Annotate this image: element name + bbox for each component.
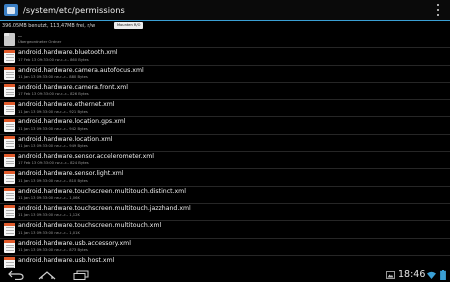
file-list-item[interactable]: android.hardware.ethernet.xml 11 Jan 13 0…	[0, 100, 450, 118]
xml-file-icon	[4, 84, 15, 98]
file-list-item[interactable]: android.hardware.location.xml 11 Jan 13 0…	[0, 135, 450, 153]
file-meta: 11 Jan 13 09:33:00 rw-r--r-- 1,01K	[18, 230, 80, 235]
file-meta: 11 Jan 13 09:33:00 rw-r--r-- 810 Bytes	[18, 178, 88, 183]
file-name: android.hardware.location.gps.xml	[18, 118, 126, 126]
home-icon[interactable]	[38, 270, 56, 280]
file-name: android.hardware.sensor.light.xml	[18, 170, 124, 178]
file-name: android.hardware.sensor.accelerometer.xm…	[18, 153, 154, 161]
action-bar: /system/etc/permissions	[0, 0, 450, 20]
file-name: ..	[18, 32, 22, 39]
file-meta: 17 Feb 13 09:33:00 rw-r--r-- 826 Bytes	[18, 92, 89, 97]
overflow-menu-icon[interactable]	[437, 4, 440, 16]
status-clock: 18:46	[398, 269, 426, 280]
xml-file-icon	[4, 136, 15, 150]
file-meta: Übergeordneter Ordner	[18, 40, 62, 45]
screenshot-icon	[386, 271, 395, 279]
file-meta: 11 Jan 13 09:33:00 rw-r--r-- 873 Bytes	[18, 247, 88, 252]
file-name: android.hardware.ethernet.xml	[18, 101, 115, 109]
current-path-title: /system/etc/permissions	[23, 5, 125, 15]
file-meta: 11 Jan 13 09:33:00 rw-r--r-- 921 Bytes	[18, 109, 88, 114]
file-meta: 11 Jan 13 09:33:00 rw-r--r-- 1,06K	[18, 196, 80, 201]
file-name: android.hardware.camera.autofocus.xml	[18, 66, 144, 74]
file-meta: 17 Feb 13 09:33:00 rw-r--r-- 824 Bytes	[18, 161, 89, 166]
xml-file-icon	[4, 153, 15, 167]
file-meta: 11 Jan 13 09:33:00 rw-r--r-- 1,12K	[18, 213, 80, 218]
file-list-item[interactable]: android.hardware.touchscreen.multitouch.…	[0, 187, 450, 204]
file-list-item[interactable]: android.hardware.camera.front.xml 17 Feb …	[0, 83, 450, 101]
xml-file-icon	[4, 67, 15, 81]
file-list-item[interactable]: android.hardware.sensor.accelerometer.xm…	[0, 152, 450, 170]
file-meta: 11 Jan 13 09:33:00 rw-r--r-- 949 Bytes	[18, 144, 88, 149]
file-list-item[interactable]: android.hardware.bluetooth.xml 17 Feb 13 …	[0, 48, 450, 66]
file-list-item[interactable]: android.hardware.touchscreen.multitouch.…	[0, 204, 450, 222]
file-list-item[interactable]: android.hardware.location.gps.xml 11 Jan …	[0, 117, 450, 135]
xml-file-icon	[4, 170, 15, 184]
file-name: android.hardware.usb.host.xml	[18, 256, 115, 264]
file-meta: 11 Jan 13 09:33:00 rw-r--r-- 942 Bytes	[18, 126, 88, 131]
file-name: android.hardware.bluetooth.xml	[18, 49, 118, 57]
xml-file-icon	[4, 257, 15, 268]
xml-file-icon	[4, 188, 15, 202]
file-list: .. Übergeordneter Ordner android.hardware.…	[0, 31, 450, 268]
file-name: android.hardware.camera.front.xml	[18, 83, 128, 91]
file-name: android.hardware.location.xml	[18, 135, 113, 143]
xml-file-icon	[4, 118, 15, 132]
xml-file-icon	[4, 240, 15, 254]
wifi-icon	[427, 271, 436, 279]
file-manager-icon[interactable]	[4, 3, 18, 17]
xml-file-icon	[4, 101, 15, 115]
file-list-item[interactable]: android.hardware.sensor.light.xml 11 Jan …	[0, 169, 450, 187]
file-name: android.hardware.touchscreen.multitouch.…	[18, 187, 186, 195]
file-list-item[interactable]: .. Übergeordneter Ordner	[0, 31, 450, 49]
file-meta: 17 Feb 13 09:33:00 rw-r--r-- 860 Bytes	[18, 57, 89, 62]
xml-file-icon	[4, 222, 15, 236]
storage-info-bar: 396.05MB benutzt, 113,47MB frei, r/w Mou…	[0, 21, 450, 31]
file-list-item[interactable]: android.hardware.usb.accessory.xml 11 Jan…	[0, 239, 450, 256]
file-name: android.hardware.touchscreen.multitouch.…	[18, 204, 191, 212]
xml-file-icon	[4, 205, 15, 219]
storage-usage-text: 396.05MB benutzt, 113,47MB frei, r/w	[2, 23, 96, 29]
xml-file-icon	[4, 49, 15, 63]
system-navigation-bar: 18:46	[0, 268, 450, 282]
file-list-item[interactable]: android.hardware.touchscreen.multitouch.…	[0, 221, 450, 239]
file-name: android.hardware.touchscreen.multitouch.…	[18, 222, 162, 230]
back-icon[interactable]	[8, 270, 24, 280]
file-meta: 11 Jan 13 09:33:00 rw-r--r-- 880 Bytes	[18, 74, 88, 79]
file-name: android.hardware.usb.accessory.xml	[18, 239, 131, 247]
recent-apps-icon[interactable]	[73, 270, 89, 280]
mount-ro-button[interactable]: Mounten R/O	[114, 22, 144, 29]
file-list-item[interactable]: android.hardware.usb.host.xml	[0, 256, 450, 268]
folder-icon	[4, 32, 15, 46]
file-list-item[interactable]: android.hardware.camera.autofocus.xml 11 …	[0, 66, 450, 83]
battery-icon	[440, 270, 446, 280]
